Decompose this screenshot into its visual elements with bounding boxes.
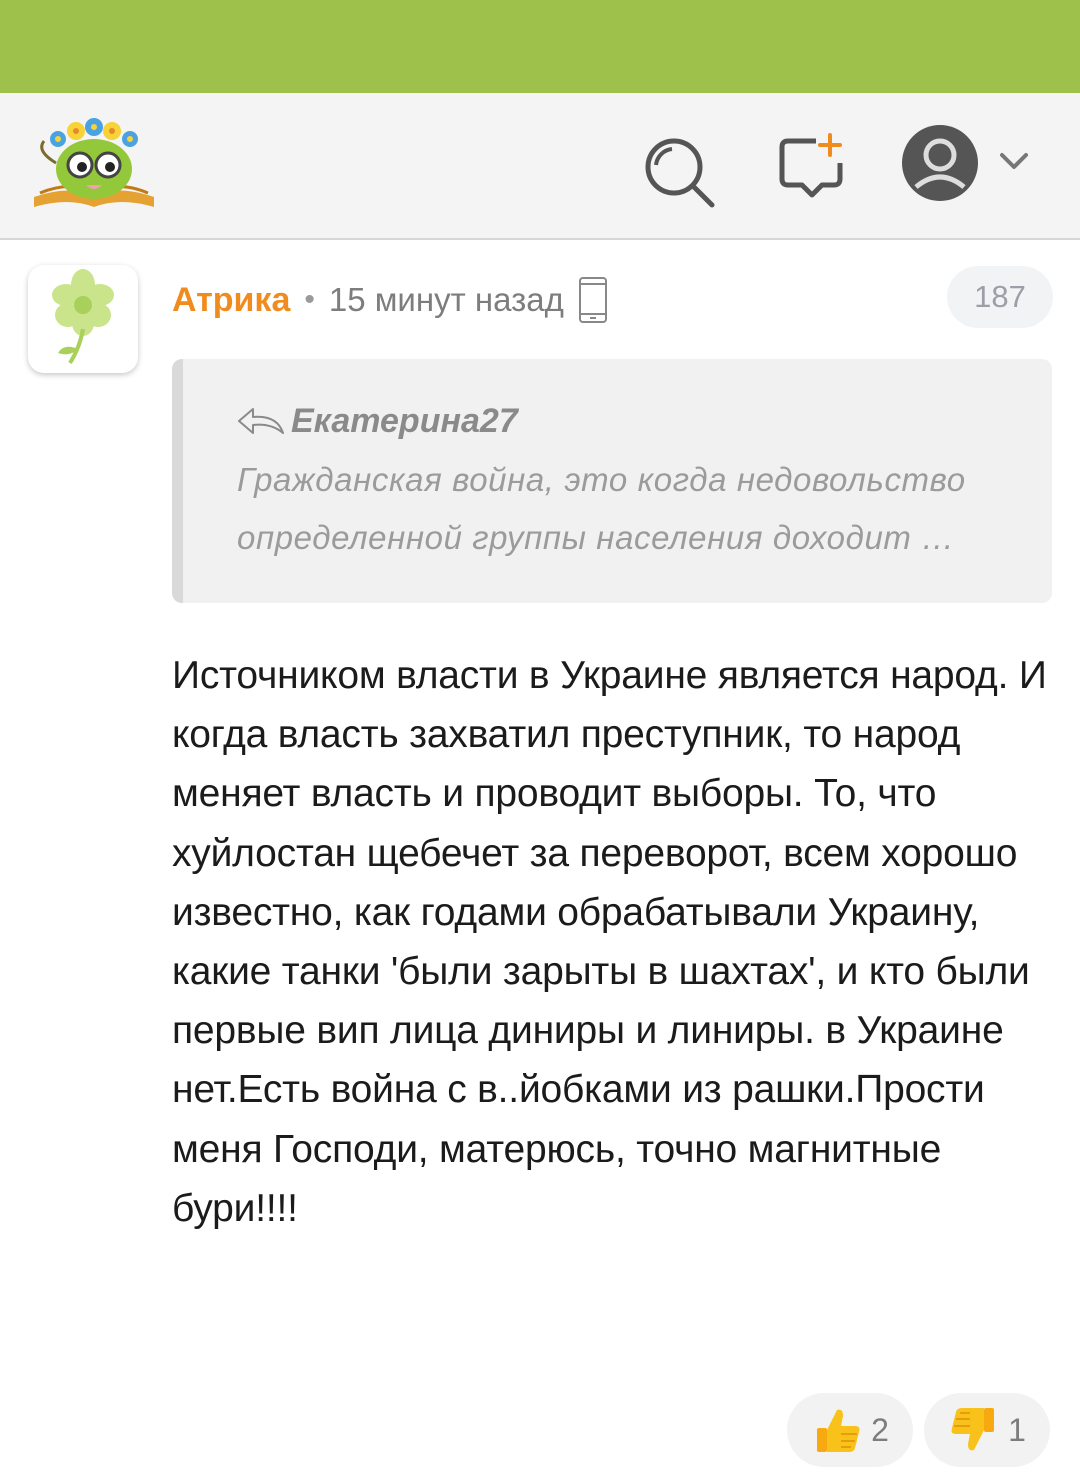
add-post-icon — [779, 133, 843, 198]
site-logo[interactable] — [28, 111, 160, 211]
author-name[interactable]: Атрика — [172, 281, 290, 320]
quote-text: Гражданская война, это когда недовольств… — [237, 461, 966, 556]
thumbs-down-icon — [951, 1408, 995, 1451]
chevron-down-icon — [1000, 153, 1028, 169]
author-avatar[interactable] — [28, 265, 138, 373]
app-header — [0, 93, 1080, 240]
comment-count-badge[interactable]: 187 — [947, 266, 1053, 328]
comment-text: Источником власти в Украине является нар… — [172, 654, 1047, 1230]
dislike-count: 1 — [1008, 1411, 1026, 1448]
reply-icon — [238, 408, 284, 434]
mobile-device-icon — [578, 277, 607, 323]
quote-author[interactable]: Екатерина27 — [291, 402, 518, 441]
comment-time: 15 минут назад — [328, 281, 564, 318]
search-button[interactable] — [642, 135, 718, 211]
top-brand-bar — [0, 0, 1080, 93]
user-avatar-icon — [902, 125, 978, 201]
profile-menu-button[interactable] — [900, 123, 1030, 207]
quote-header: Екатерина27 — [237, 399, 518, 443]
dislike-button[interactable]: 1 — [924, 1393, 1050, 1467]
search-icon — [645, 138, 715, 208]
like-count: 2 — [871, 1411, 889, 1448]
add-post-button[interactable] — [776, 131, 848, 203]
like-button[interactable]: 2 — [787, 1393, 913, 1467]
thumbs-up-icon — [817, 1409, 860, 1452]
meta-separator: • — [304, 283, 315, 316]
comment-meta: Атрика • 15 минут назад — [172, 277, 608, 323]
quoted-comment[interactable]: Екатерина27 Гражданская война, это когда… — [172, 359, 1052, 603]
